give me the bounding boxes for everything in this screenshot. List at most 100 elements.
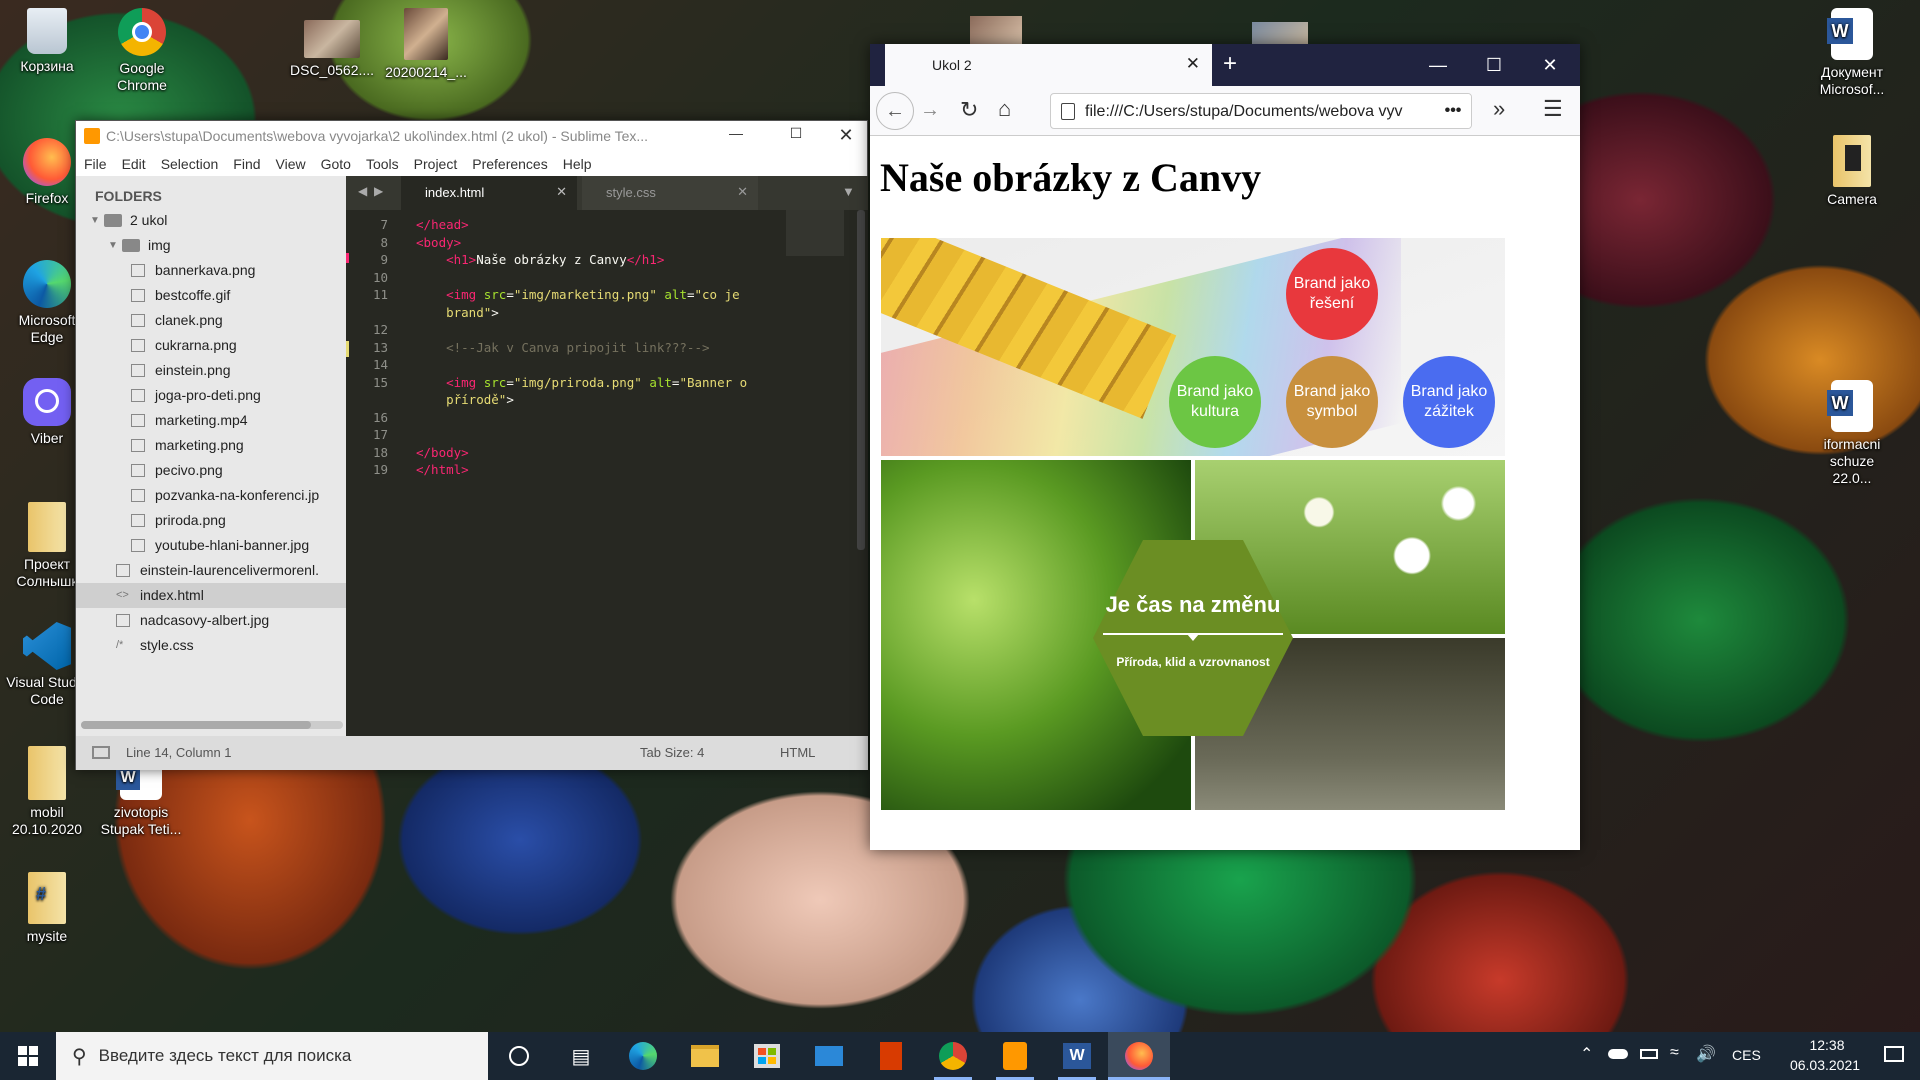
forward-button[interactable]: →: [920, 99, 940, 122]
status-panel-icon[interactable]: [92, 746, 110, 759]
tree-item[interactable]: bannerkava.png: [76, 258, 346, 283]
tree-item[interactable]: pozvanka-na-konferenci.jp: [76, 483, 346, 508]
sidebar-scrollbar[interactable]: [81, 721, 343, 729]
status-tab-size[interactable]: Tab Size: 4: [640, 745, 704, 760]
tab-index-html[interactable]: index.html ✕: [401, 176, 577, 210]
menu-preferences[interactable]: Preferences: [472, 156, 547, 172]
taskbar-store[interactable]: [736, 1032, 798, 1080]
desktop-icon-recycle-bin[interactable]: Корзина: [5, 8, 89, 75]
cortana-button[interactable]: [488, 1032, 550, 1080]
clock-date[interactable]: 06.03.2021: [1780, 1057, 1870, 1073]
wifi-icon[interactable]: ≈: [1670, 1044, 1679, 1062]
tab-close-icon[interactable]: ✕: [737, 184, 748, 200]
code-line[interactable]: <h1>Naše obrázky z Canvy</h1>: [416, 251, 664, 269]
home-button[interactable]: ⌂: [998, 96, 1011, 122]
desktop-icon-photo-dsc[interactable]: DSC_0562....: [290, 20, 374, 79]
desktop-icon-camera[interactable]: Camera: [1810, 135, 1894, 208]
page-info-icon[interactable]: [1061, 103, 1075, 120]
tree-item[interactable]: pecivo.png: [76, 458, 346, 483]
tree-item[interactable]: <> index.html: [76, 583, 346, 608]
close-button[interactable]: ✕: [826, 125, 866, 146]
taskbar-mail[interactable]: [798, 1032, 860, 1080]
tab-style-css[interactable]: style.css ✕: [582, 176, 758, 210]
tree-item[interactable]: marketing.mp4: [76, 408, 346, 433]
code-line[interactable]: brand">: [416, 304, 499, 322]
desktop-icon-iformacni-schuze[interactable]: W iformacni schuze 22.0...: [1810, 380, 1894, 487]
sublime-titlebar[interactable]: C:\Users\stupa\Documents\webova vyvojark…: [76, 121, 867, 151]
code-line[interactable]: <img src="img/priroda.png" alt="Banner o: [416, 374, 747, 392]
desktop-icon-mysite[interactable]: # mysite: [5, 872, 89, 945]
taskbar-file-explorer[interactable]: [674, 1032, 736, 1080]
desktop-photo-thumbnail[interactable]: [1252, 22, 1308, 44]
desktop-icon-dokument-word[interactable]: W Документ Microsof...: [1810, 8, 1894, 98]
code-line[interactable]: </head>: [416, 216, 469, 234]
tree-item[interactable]: priroda.png: [76, 508, 346, 533]
taskbar-firefox[interactable]: [1108, 1032, 1170, 1080]
code-editor[interactable]: ◀ ▶ index.html ✕ style.css ✕ ▼ 7 </head> 8…: [346, 176, 868, 736]
tree-item[interactable]: ▼ img: [76, 233, 346, 258]
tree-item[interactable]: marketing.png: [76, 433, 346, 458]
tree-item[interactable]: clanek.png: [76, 308, 346, 333]
code-line[interactable]: přírodě">: [416, 391, 514, 409]
menu-project[interactable]: Project: [414, 156, 458, 172]
menu-view[interactable]: View: [276, 156, 306, 172]
hamburger-menu-icon[interactable]: ☰: [1543, 96, 1563, 122]
code-line[interactable]: <!--Jak v Canva pripojit link???-->: [416, 339, 709, 357]
disclosure-triangle-icon[interactable]: ▼: [90, 208, 100, 233]
tree-item[interactable]: ▼ 2 ukol: [76, 208, 346, 233]
desktop-icon-photo-20200214[interactable]: 20200214_...: [384, 8, 468, 81]
tab-nav-left-icon[interactable]: ◀: [358, 184, 367, 198]
menu-find[interactable]: Find: [233, 156, 260, 172]
code-line[interactable]: </body>: [416, 444, 469, 462]
reload-button[interactable]: ↻: [960, 97, 978, 123]
tree-item[interactable]: cukrarna.png: [76, 333, 346, 358]
task-view-button[interactable]: ▤: [550, 1032, 612, 1080]
desktop-icon-zivotopis[interactable]: W zivotopis Stupak Teti...: [99, 760, 183, 838]
menu-tools[interactable]: Tools: [366, 156, 399, 172]
editor-scrollbar[interactable]: [857, 210, 865, 550]
language-indicator[interactable]: CES: [1732, 1047, 1761, 1063]
tree-item[interactable]: bestcoffe.gif: [76, 283, 346, 308]
code-line[interactable]: <body>: [416, 234, 461, 252]
notification-center-icon[interactable]: [1884, 1046, 1904, 1062]
minimap[interactable]: [786, 210, 844, 256]
menu-edit[interactable]: Edit: [122, 156, 146, 172]
tab-dropdown-icon[interactable]: ▼: [842, 184, 855, 199]
overflow-chevron-icon[interactable]: »: [1493, 96, 1505, 122]
volume-icon[interactable]: 🔊: [1696, 1044, 1716, 1064]
menu-goto[interactable]: Goto: [321, 156, 351, 172]
browser-tab-active[interactable]: Ukol 2 ✕: [885, 44, 1212, 86]
tree-item[interactable]: /* style.css: [76, 633, 346, 658]
minimize-button[interactable]: —: [1410, 44, 1466, 86]
tree-item[interactable]: einstein.png: [76, 358, 346, 383]
close-button[interactable]: ✕: [1522, 44, 1578, 86]
tree-item[interactable]: youtube-hlani-banner.jpg: [76, 533, 346, 558]
taskbar-search-box[interactable]: ⚲ Введите здесь текст для поиска: [56, 1032, 488, 1080]
menu-help[interactable]: Help: [563, 156, 592, 172]
code-line[interactable]: <img src="img/marketing.png" alt="co je: [416, 286, 740, 304]
disclosure-triangle-icon[interactable]: ▼: [108, 233, 118, 258]
maximize-button[interactable]: ☐: [776, 125, 816, 142]
tree-item[interactable]: einstein-laurencelivermorenl.: [76, 558, 346, 583]
clock-time[interactable]: 12:38: [1792, 1037, 1862, 1053]
taskbar-word[interactable]: W: [1046, 1032, 1108, 1080]
menu-file[interactable]: File: [84, 156, 107, 172]
show-hidden-icons-chevron-icon[interactable]: ⌃: [1580, 1044, 1593, 1064]
new-tab-button[interactable]: +: [1210, 50, 1250, 78]
tree-item[interactable]: joga-pro-deti.png: [76, 383, 346, 408]
maximize-button[interactable]: ☐: [1466, 44, 1522, 86]
desktop-photo-thumbnail[interactable]: [970, 16, 1022, 44]
menu-selection[interactable]: Selection: [161, 156, 219, 172]
taskbar-chrome[interactable]: [922, 1032, 984, 1080]
minimize-button[interactable]: —: [716, 125, 756, 141]
status-syntax[interactable]: HTML: [780, 745, 815, 760]
tree-item[interactable]: nadcasovy-albert.jpg: [76, 608, 346, 633]
battery-icon[interactable]: [1640, 1049, 1658, 1059]
page-actions-icon[interactable]: •••: [1435, 94, 1471, 128]
taskbar-sublime[interactable]: [984, 1032, 1046, 1080]
tab-nav-right-icon[interactable]: ▶: [374, 184, 383, 198]
back-button[interactable]: ←: [876, 92, 914, 130]
taskbar-office[interactable]: [860, 1032, 922, 1080]
code-line[interactable]: </html>: [416, 461, 469, 479]
taskbar-edge[interactable]: [612, 1032, 674, 1080]
